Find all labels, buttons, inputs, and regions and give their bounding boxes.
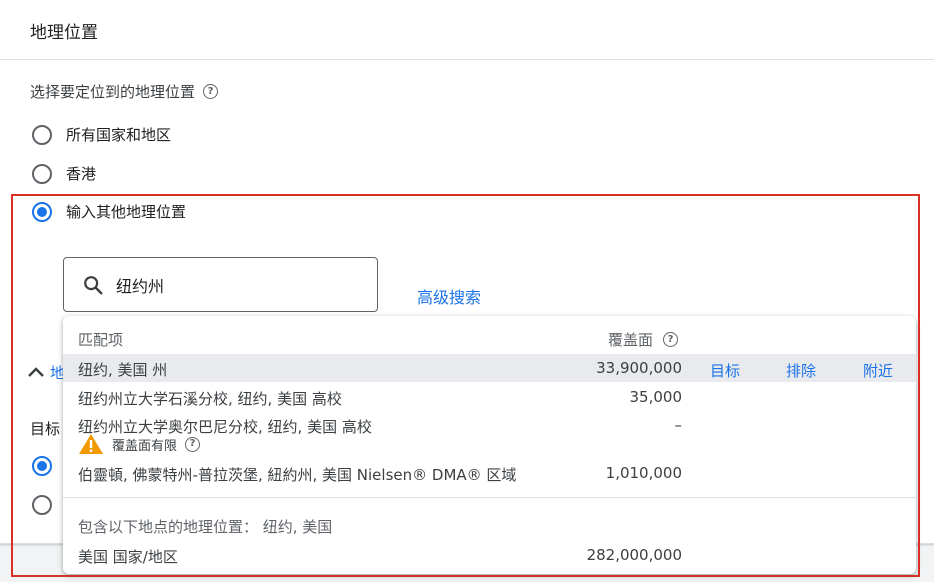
location-suggestions-dropdown: 匹配项 覆盖面 ? 纽约, 美国 州 33,900,000 目标 排除 附近 纽… xyxy=(63,316,916,574)
radio-button[interactable] xyxy=(32,495,52,515)
advanced-search-link[interactable]: 高级搜索 xyxy=(417,284,481,308)
suggestion-reach: 1,010,000 xyxy=(605,464,682,482)
exclude-link[interactable]: 排除 xyxy=(786,360,816,381)
suggestion-row[interactable]: 纽约, 美国 州 33,900,000 目标 排除 附近 xyxy=(63,354,916,382)
card-title: 地理位置 xyxy=(30,23,98,43)
suggestion-reach: 33,900,000 xyxy=(596,359,682,377)
radio-button-checked[interactable] xyxy=(32,456,52,476)
target-link[interactable]: 目标 xyxy=(710,360,740,381)
contains-label: 包含以下地点的地理位置： 纽约, 美国 xyxy=(78,518,333,536)
radio-button-checked[interactable] xyxy=(32,201,52,222)
suggestion-name: 纽约, 美国 州 xyxy=(78,361,168,379)
search-input[interactable] xyxy=(114,274,358,295)
location-search-field[interactable] xyxy=(63,257,378,312)
suggestion-row[interactable]: 美国 国家/地区 282,000,000 xyxy=(63,541,916,569)
suggestion-name: 美国 国家/地区 xyxy=(78,548,178,566)
section-label: 选择要定位到的地理位置 ? xyxy=(30,81,219,102)
radio-label: 香港 xyxy=(66,165,97,183)
nearby-link[interactable]: 附近 xyxy=(863,360,893,381)
suggestion-row[interactable]: 伯靈頓, 佛蒙特州-普拉茨堡, 紐約州, 美国 Nielsen® DMA® 区域… xyxy=(63,459,916,487)
radio-all-countries[interactable]: 所有国家和地区 xyxy=(32,124,171,145)
header-coverage: 覆盖面 ? xyxy=(608,329,679,350)
radio-label: 输入其他地理位置 xyxy=(66,203,187,221)
suggestion-reach: – xyxy=(674,416,683,434)
suggestion-reach: 35,000 xyxy=(629,388,683,406)
radio-partial-1[interactable] xyxy=(32,456,66,476)
help-icon[interactable]: ? xyxy=(185,436,201,452)
warning-icon xyxy=(79,434,103,454)
limited-coverage-warning: 覆盖面有限 ? xyxy=(78,433,201,455)
suggestion-name: 伯靈頓, 佛蒙特州-普拉茨堡, 紐約州, 美国 Nielsen® DMA® 区域 xyxy=(78,466,517,484)
radio-other-location[interactable]: 输入其他地理位置 xyxy=(32,201,186,222)
radio-hong-kong[interactable]: 香港 xyxy=(32,163,96,184)
divider xyxy=(63,497,916,498)
warning-text: 覆盖面有限 xyxy=(112,438,178,454)
target-label-partial: 目标 xyxy=(30,420,61,438)
search-icon xyxy=(84,275,103,294)
radio-button[interactable] xyxy=(32,163,52,184)
radio-partial-2[interactable] xyxy=(32,495,66,515)
chevron-up-icon[interactable] xyxy=(26,363,46,381)
help-icon[interactable]: ? xyxy=(663,332,679,347)
radio-label: 所有国家和地区 xyxy=(66,126,172,144)
suggestion-reach: 282,000,000 xyxy=(586,546,682,564)
section-label-text: 选择要定位到的地理位置 xyxy=(30,83,196,101)
header-coverage-label: 覆盖面 xyxy=(608,331,654,349)
help-icon[interactable]: ? xyxy=(203,84,219,99)
radio-button[interactable] xyxy=(32,124,52,145)
suggestion-name: 纽约州立大学石溪分校, 纽约, 美国 高校 xyxy=(78,390,342,408)
suggestion-row[interactable]: 纽约州立大学石溪分校, 纽约, 美国 高校 35,000 xyxy=(63,383,916,411)
header-match: 匹配项 xyxy=(78,331,124,349)
dropdown-header: 匹配项 覆盖面 ? xyxy=(63,316,916,354)
divider xyxy=(0,59,934,60)
